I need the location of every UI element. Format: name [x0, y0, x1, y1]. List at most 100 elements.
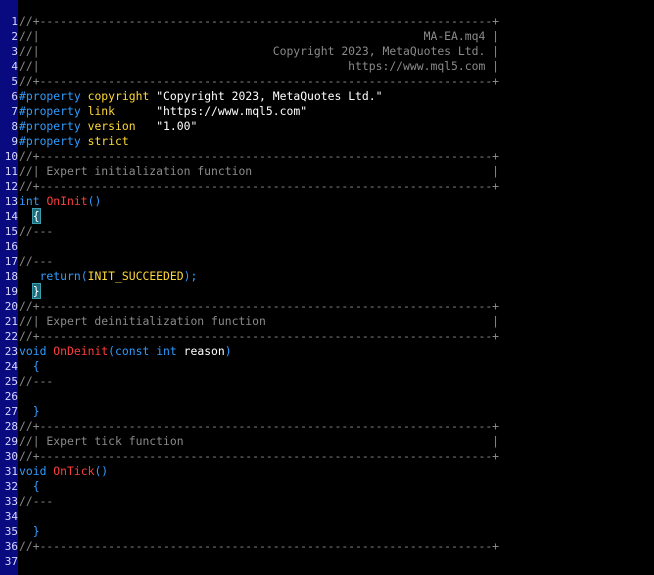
- line-number: 11: [4, 165, 18, 178]
- code-token: //| Expert deinitialization function |: [19, 314, 500, 328]
- code-line[interactable]: 21//| Expert deinitialization function |: [0, 314, 654, 329]
- code-token: #property: [19, 134, 81, 148]
- line-text: //---: [19, 224, 53, 239]
- code-line[interactable]: 18 return(INIT_SUCCEEDED);: [0, 269, 654, 284]
- code-line[interactable]: 5//+------------------------------------…: [0, 74, 654, 89]
- line-text: #property copyright "Copyright 2023, Met…: [19, 89, 383, 104]
- line-text: return(INIT_SUCCEEDED);: [19, 269, 198, 284]
- code-token: link: [87, 104, 116, 118]
- code-token: OnDeinit: [53, 344, 109, 358]
- line-number: 1: [11, 15, 18, 28]
- code-token: //+-------------------------------------…: [19, 539, 500, 553]
- matched-brace: {: [31, 208, 41, 224]
- line-number: 35: [4, 525, 18, 538]
- line-number: 10: [4, 150, 18, 163]
- code-token: (): [87, 194, 102, 208]
- line-number: 28: [4, 420, 18, 433]
- line-text: //+-------------------------------------…: [19, 179, 499, 194]
- code-line[interactable]: 2//| MA-EA.mq4 |: [0, 29, 654, 44]
- line-text: //| Expert tick function |: [19, 434, 499, 449]
- code-line[interactable]: 31 void OnTick(): [0, 464, 654, 479]
- code-line[interactable]: 13 int OnInit(): [0, 194, 654, 209]
- line-number: 33: [4, 495, 18, 508]
- code-line[interactable]: 22//+-----------------------------------…: [0, 329, 654, 344]
- code-line[interactable]: 10//+-----------------------------------…: [0, 149, 654, 164]
- code-line[interactable]: 8 #property version "1.00": [0, 119, 654, 134]
- line-text: void OnDeinit(const int reason): [19, 344, 232, 359]
- code-line[interactable]: 15//---: [0, 224, 654, 239]
- line-number: 23: [4, 345, 18, 358]
- code-token: }: [32, 524, 40, 538]
- code-line[interactable]: 12//+-----------------------------------…: [0, 179, 654, 194]
- code-token: return: [39, 269, 81, 283]
- line-number: 13: [4, 195, 18, 208]
- code-line[interactable]: 7 #property link "https://www.mql5.com": [0, 104, 654, 119]
- line-text: void OnTick(): [19, 464, 108, 479]
- code-token: #property: [19, 104, 81, 118]
- code-line[interactable]: 9 #property strict: [0, 134, 654, 149]
- code-line[interactable]: 24 {: [0, 359, 654, 374]
- code-token: }: [32, 404, 40, 418]
- code-editor[interactable]: 1//+------------------------------------…: [0, 0, 654, 575]
- code-token: int: [156, 344, 177, 358]
- line-text: //+-------------------------------------…: [19, 329, 499, 344]
- code-line[interactable]: 14 {: [0, 208, 654, 224]
- code-token: //+-------------------------------------…: [19, 14, 500, 28]
- line-number: 17: [4, 255, 18, 268]
- code-line[interactable]: 33//---: [0, 494, 654, 509]
- line-text: //---: [19, 374, 53, 389]
- line-text: //| Copyright 2023, MetaQuotes Ltd. |: [19, 44, 499, 59]
- code-line[interactable]: 23 void OnDeinit(const int reason): [0, 344, 654, 359]
- line-text: #property version "1.00": [19, 119, 197, 134]
- line-text: {: [19, 208, 41, 224]
- code-line[interactable]: 20//+-----------------------------------…: [0, 299, 654, 314]
- code-line[interactable]: 6 #property copyright "Copyright 2023, Me…: [0, 89, 654, 104]
- code-token: int: [19, 194, 40, 208]
- code-line[interactable]: 35 }: [0, 524, 654, 539]
- code-line[interactable]: 37: [0, 554, 654, 569]
- code-line[interactable]: 1//+------------------------------------…: [0, 14, 654, 29]
- code-token: //+-------------------------------------…: [19, 449, 500, 463]
- line-number: 26: [4, 390, 18, 403]
- code-line[interactable]: 27 }: [0, 404, 654, 419]
- line-number: 3: [11, 45, 18, 58]
- code-line[interactable]: 25//---: [0, 374, 654, 389]
- code-line[interactable]: 32 {: [0, 479, 654, 494]
- code-line[interactable]: 34: [0, 509, 654, 524]
- code-line[interactable]: 29//| Expert tick function |: [0, 434, 654, 449]
- code-line[interactable]: 17//---: [0, 254, 654, 269]
- code-token: //+-------------------------------------…: [19, 419, 500, 433]
- code-token: //+-------------------------------------…: [19, 149, 500, 163]
- line-number: 9: [11, 135, 18, 148]
- code-token: (: [80, 269, 88, 283]
- code-token: //---: [19, 374, 54, 388]
- line-number: 24: [4, 360, 18, 373]
- code-token: //+-------------------------------------…: [19, 329, 500, 343]
- line-number: 16: [4, 240, 18, 253]
- code-lines: 1//+------------------------------------…: [0, 14, 654, 569]
- code-line[interactable]: 16: [0, 239, 654, 254]
- code-line[interactable]: 26: [0, 389, 654, 404]
- code-token: #property: [19, 119, 81, 133]
- code-line[interactable]: 11//| Expert initialization function |: [0, 164, 654, 179]
- line-number: 32: [4, 480, 18, 493]
- code-line[interactable]: 30//+-----------------------------------…: [0, 449, 654, 464]
- code-token: "1.00": [156, 119, 198, 133]
- code-line[interactable]: 4//| https://www.mql5.com |: [0, 59, 654, 74]
- code-line[interactable]: 3//| Copyright 2023, MetaQuotes Ltd. |: [0, 44, 654, 59]
- code-line[interactable]: 28//+-----------------------------------…: [0, 419, 654, 434]
- line-text: //+-------------------------------------…: [19, 539, 499, 554]
- line-text: //+-------------------------------------…: [19, 449, 499, 464]
- code-line[interactable]: 19 }: [0, 283, 654, 299]
- line-number: 8: [11, 120, 18, 133]
- line-text: //| Expert deinitialization function |: [19, 314, 499, 329]
- code-line[interactable]: 36//+-----------------------------------…: [0, 539, 654, 554]
